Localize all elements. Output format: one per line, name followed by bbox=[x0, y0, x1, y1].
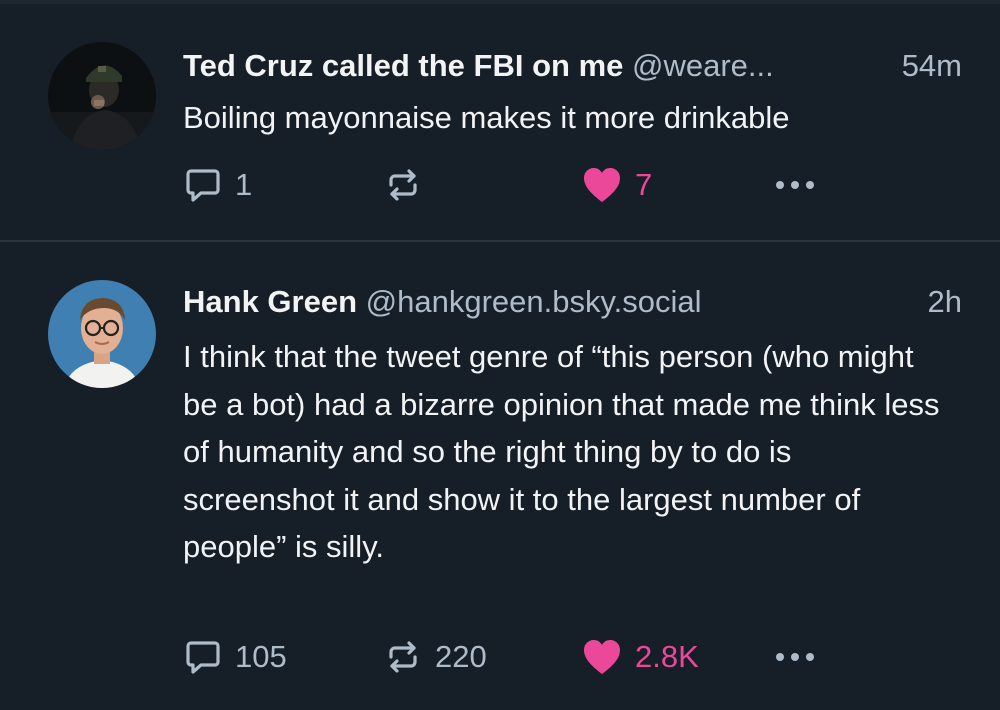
repost-arrows-icon bbox=[389, 641, 417, 673]
ellipsis-icon bbox=[776, 181, 814, 189]
like-count: 7 bbox=[635, 167, 653, 202]
author-handle[interactable]: @hankgreen.bsky.social bbox=[366, 284, 702, 319]
repost-arrows-icon bbox=[389, 169, 417, 201]
post[interactable]: Ted Cruz called the FBI on me @weare... … bbox=[0, 4, 1000, 240]
like-button[interactable]: 7 bbox=[581, 162, 652, 208]
speech-bubble-icon bbox=[186, 641, 220, 674]
author-name[interactable]: Hank Green bbox=[183, 284, 357, 319]
more-options-button[interactable] bbox=[776, 162, 814, 208]
repost-button[interactable]: 220 bbox=[383, 634, 487, 680]
reply-button[interactable]: 105 bbox=[183, 634, 287, 680]
speech-bubble-icon bbox=[186, 169, 220, 202]
like-count: 2.8K bbox=[635, 639, 699, 674]
post-time[interactable]: 2h bbox=[928, 282, 962, 322]
heart-icon bbox=[584, 640, 620, 674]
ellipsis-icon bbox=[776, 653, 814, 661]
avatar[interactable] bbox=[48, 42, 156, 150]
reply-count: 105 bbox=[235, 639, 287, 674]
repost-button[interactable] bbox=[383, 162, 435, 208]
avatar-image bbox=[48, 280, 156, 388]
author-handle[interactable]: @weare... bbox=[632, 48, 774, 83]
heart-icon bbox=[584, 168, 620, 202]
post-text: I think that the tweet genre of “this pe… bbox=[183, 339, 940, 564]
avatar[interactable] bbox=[48, 280, 156, 388]
reply-button[interactable]: 1 bbox=[183, 162, 252, 208]
like-button[interactable]: 2.8K bbox=[581, 634, 699, 680]
post-actions: 1 7 bbox=[183, 162, 883, 208]
author-name[interactable]: Ted Cruz called the FBI on me bbox=[183, 48, 623, 83]
avatar-image bbox=[48, 42, 156, 150]
post[interactable]: Hank Green @hankgreen.bsky.social 2h I t… bbox=[0, 242, 1000, 710]
post-header: Hank Green @hankgreen.bsky.social 2h bbox=[183, 282, 962, 322]
post-text: Boiling mayonnaise makes it more drinkab… bbox=[183, 100, 790, 135]
post-header: Ted Cruz called the FBI on me @weare... … bbox=[183, 46, 962, 86]
repost-count: 220 bbox=[435, 639, 487, 674]
post-actions: 105 220 2.8K bbox=[183, 634, 883, 680]
post-time[interactable]: 54m bbox=[902, 46, 962, 86]
more-options-button[interactable] bbox=[776, 634, 814, 680]
reply-count: 1 bbox=[235, 167, 253, 202]
